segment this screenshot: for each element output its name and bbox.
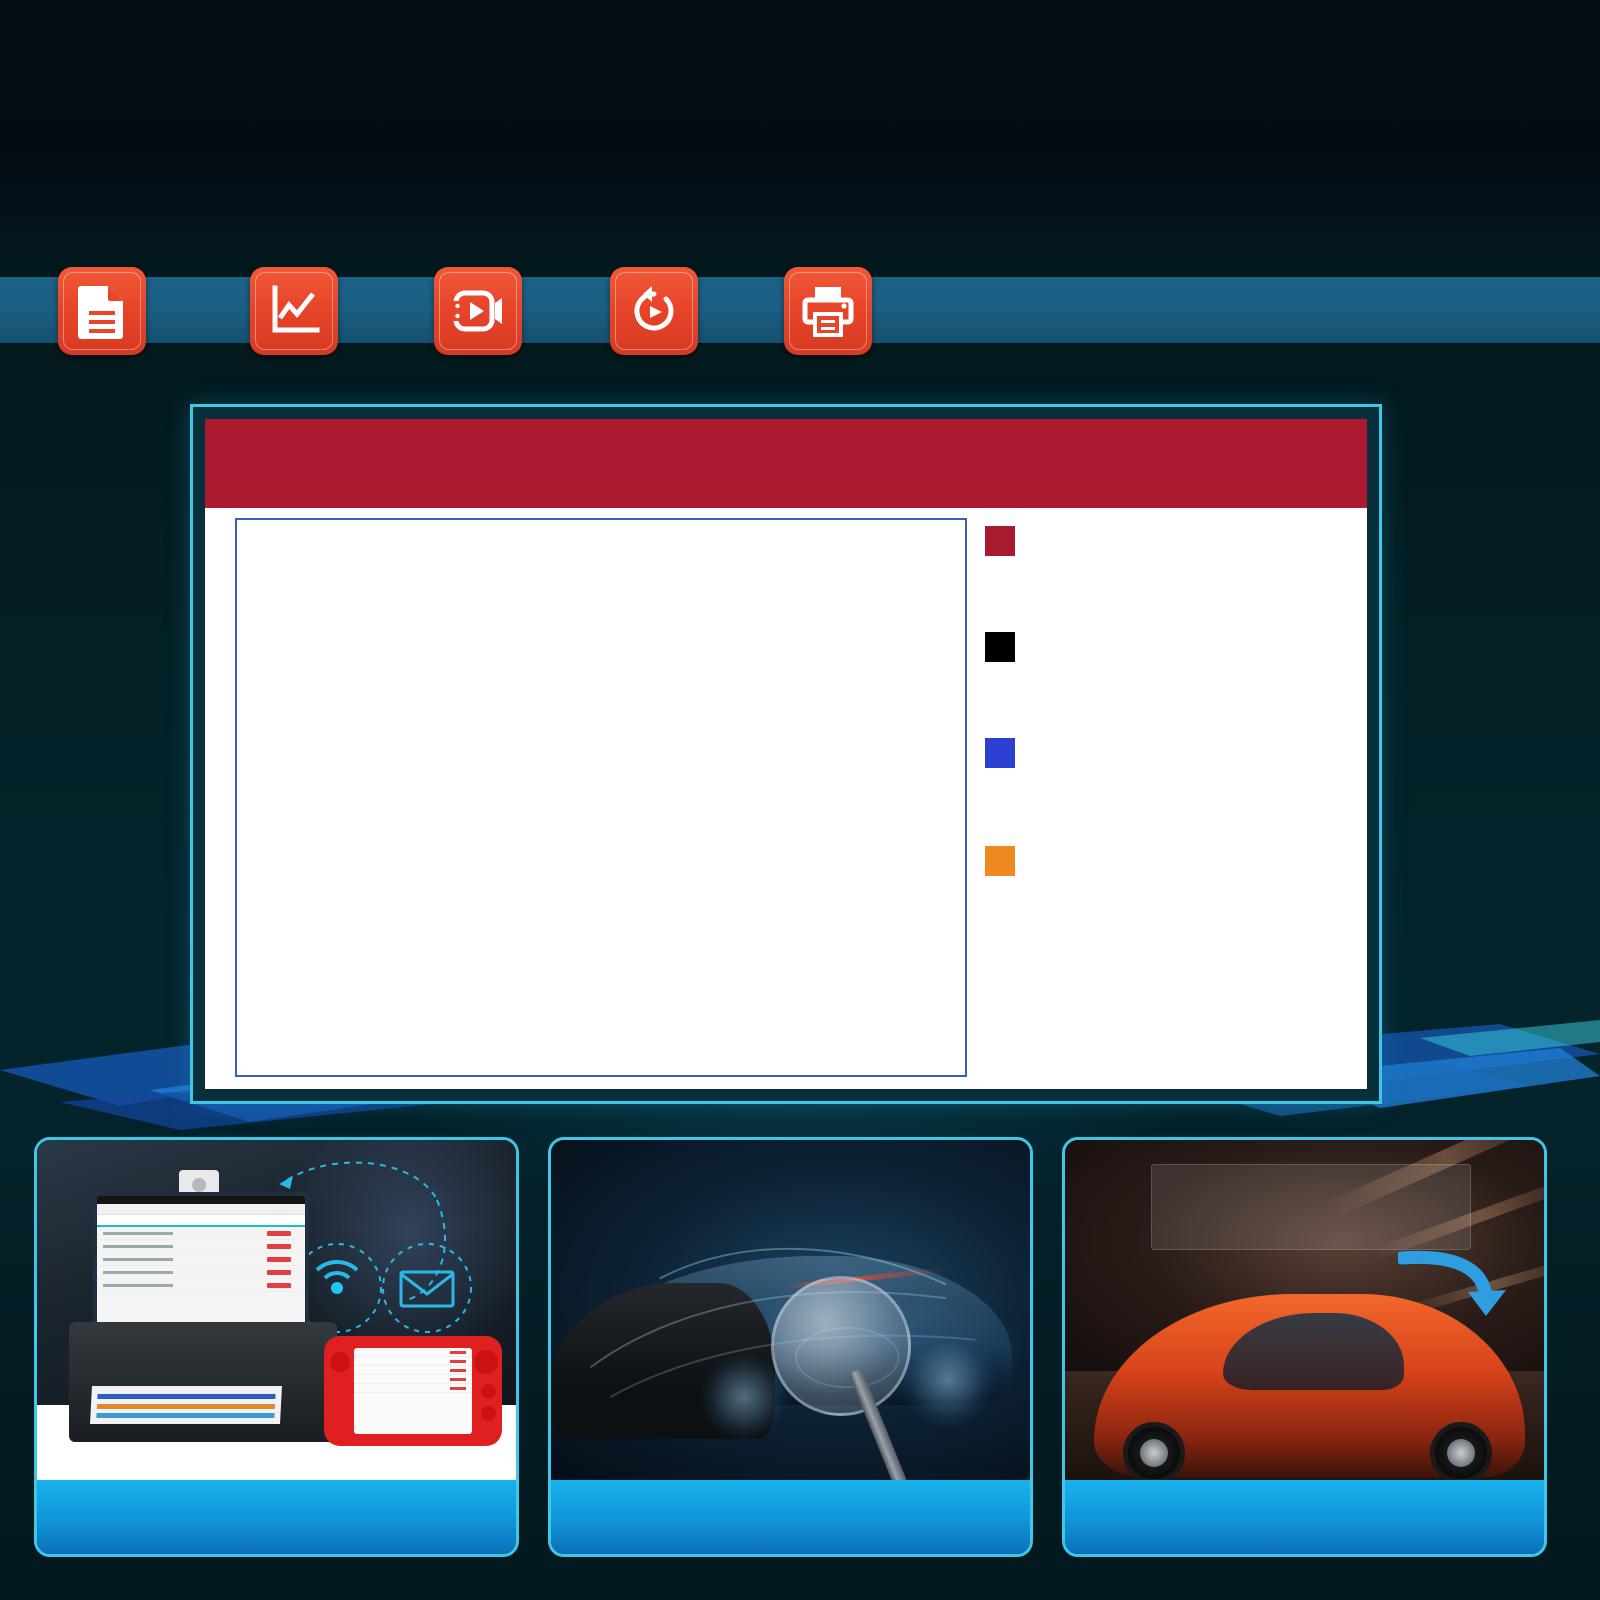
datastream-panel-frame — [190, 404, 1382, 1104]
page-header — [0, 0, 1600, 236]
auto-vin-scan-card[interactable] — [1062, 1137, 1547, 1557]
legend-swatch-longft1 — [985, 846, 1015, 876]
scanner-dpad — [474, 1350, 498, 1374]
legend-item-ect — [985, 632, 1345, 662]
dtc-description-list — [567, 1148, 1022, 1162]
magnifier-lens — [771, 1276, 912, 1416]
page-title — [48, 0, 1552, 52]
replay-icon[interactable] — [610, 266, 698, 355]
tablet-report-row — [97, 1279, 305, 1292]
tablet-report-title — [97, 1215, 305, 1227]
min-row — [205, 1077, 1367, 1089]
printed-report-paper — [90, 1386, 282, 1424]
scanner-row — [354, 1384, 472, 1393]
dtc-lookup-card[interactable] — [548, 1137, 1033, 1557]
legend-swatch-ect — [985, 632, 1015, 662]
paper-line — [96, 1404, 276, 1409]
auto-vin-scan-artwork — [1065, 1140, 1544, 1480]
document-icon-svg — [78, 285, 123, 339]
printer-icon[interactable] — [784, 266, 872, 355]
line-chart-icon[interactable] — [250, 266, 338, 355]
legend-item-shrtft1 — [985, 738, 1345, 768]
datastream-plot-svg — [237, 520, 965, 1075]
feature-cards — [0, 1137, 1600, 1567]
document-icon[interactable] — [58, 266, 146, 355]
dtc-lookup-artwork — [551, 1140, 1030, 1480]
vin-display-box — [1151, 1164, 1471, 1250]
tablet-report-row — [97, 1227, 305, 1240]
tablet-report-row — [97, 1266, 305, 1279]
paper-line — [97, 1394, 276, 1399]
datastream-panel — [205, 419, 1367, 1089]
scanner-button-b — [481, 1406, 496, 1421]
video-record-icon-svg — [453, 290, 502, 331]
car-wheel-rear — [1430, 1422, 1492, 1480]
tablet-statusbar — [97, 1196, 305, 1204]
legend-swatch-load-pct — [985, 526, 1015, 556]
scanner-row — [354, 1366, 472, 1375]
datastream-plot — [235, 518, 967, 1077]
tablet-report-row — [97, 1240, 305, 1253]
toolbar-item-text[interactable] — [58, 266, 172, 355]
scanner-button-a — [481, 1384, 496, 1399]
scanner-row — [354, 1375, 472, 1384]
scanner-row — [354, 1357, 472, 1366]
replay-icon-svg — [634, 285, 674, 330]
tablet-report-row — [97, 1253, 305, 1266]
car-wheel-front — [1123, 1422, 1185, 1480]
auto-vin-scan-caption — [1065, 1480, 1544, 1554]
scanner-row — [354, 1348, 472, 1357]
toolbar-item-print-report[interactable] — [784, 266, 898, 355]
printer-device — [69, 1322, 337, 1442]
paper-line — [96, 1413, 275, 1418]
health-report-artwork — [37, 1140, 516, 1480]
line-chart-icon-svg — [272, 285, 320, 332]
health-report-caption — [37, 1480, 516, 1554]
toolbar-item-replay[interactable] — [610, 266, 724, 355]
tablet-header — [97, 1204, 305, 1215]
legend-swatch-shrtft1 — [985, 738, 1015, 768]
legend-item-longft1 — [985, 846, 1345, 876]
tablet-screen — [97, 1196, 305, 1328]
tablet-device — [93, 1192, 309, 1332]
video-record-icon[interactable] — [434, 266, 522, 355]
scanner-screen — [354, 1348, 472, 1434]
scanner-button-left — [330, 1352, 350, 1372]
legend-item-load-pct — [985, 526, 1345, 556]
dtc-lookup-caption — [551, 1480, 1030, 1554]
datastream-title — [205, 419, 1367, 508]
health-report-card[interactable] — [34, 1137, 519, 1557]
max-row — [205, 508, 1367, 518]
datastream-body — [205, 518, 1367, 1077]
toolbar — [0, 258, 1600, 363]
datastream-legend — [967, 518, 1345, 1077]
car-windshield — [1223, 1312, 1405, 1390]
printer-icon-svg — [802, 286, 854, 337]
toolbar-item-record[interactable] — [434, 266, 548, 355]
toolbar-item-graph[interactable] — [250, 266, 364, 355]
launch-scanner-device — [324, 1336, 502, 1446]
